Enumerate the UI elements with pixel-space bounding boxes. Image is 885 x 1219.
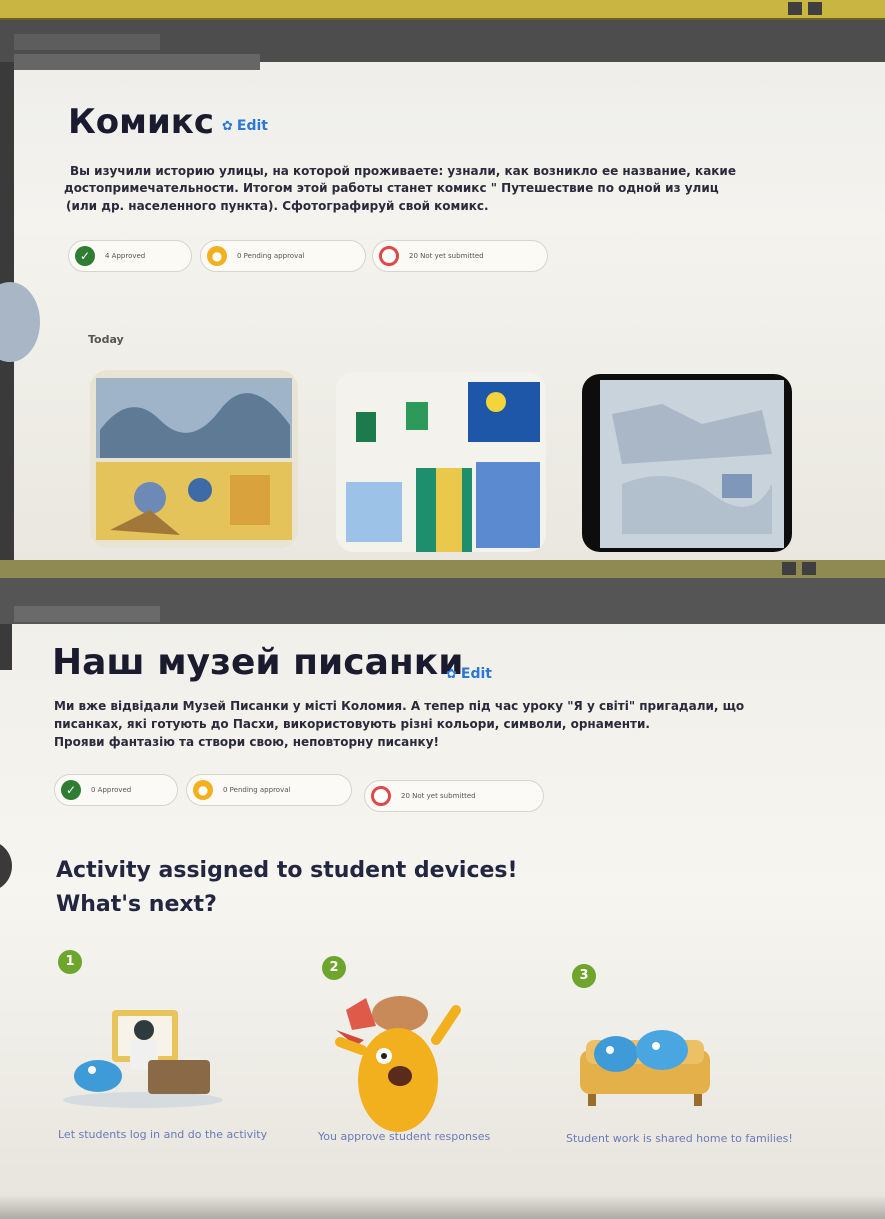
pending-icon: ● — [193, 780, 213, 800]
monster-approve-illustration — [335, 996, 461, 1132]
family-sofa-illustration — [580, 1030, 710, 1106]
browser-address-bar — [0, 0, 885, 20]
description-line: Прояви фантазію та створи свою, неповтор… — [54, 735, 439, 749]
window-button — [808, 2, 822, 15]
side-avatar — [0, 840, 12, 892]
step-number-badge: 2 — [322, 956, 346, 980]
gear-icon: ✿ — [222, 119, 233, 134]
top-screen-photo: Комикс ✿ Edit Вы изучили историю улицы, н… — [0, 0, 885, 560]
description-line: (или др. населенного пункта). Сфотографи… — [66, 199, 489, 213]
student-login-illustration — [63, 1010, 223, 1108]
window-button — [802, 562, 816, 575]
not-submitted-pill[interactable]: 20 Not yet submitted — [372, 240, 548, 272]
browser-tab[interactable] — [14, 54, 260, 70]
window-button — [782, 562, 796, 575]
pending-pill[interactable]: ● 0 Pending approval — [186, 774, 352, 806]
page-title: Наш музей писанки — [52, 642, 464, 683]
gear-icon: ✿ — [446, 667, 457, 682]
not-submitted-icon — [379, 246, 399, 266]
not-submitted-icon — [371, 786, 391, 806]
pending-pill[interactable]: ● 0 Pending approval — [200, 240, 366, 272]
description-line: писанках, які готують до Пасхи, використ… — [54, 717, 650, 731]
screen-bezel — [0, 624, 12, 670]
step-caption: Student work is shared home to families! — [566, 1132, 793, 1145]
browser-tab-bar — [0, 20, 885, 70]
not-submitted-pill[interactable]: 20 Not yet submitted — [364, 780, 544, 812]
section-label-today: Today — [88, 333, 124, 346]
bottom-screen-photo: Наш музей писанки ✿ Edit Ми вже відвідали… — [0, 560, 885, 1219]
photo-vignette — [0, 1195, 885, 1219]
description-line: достопримечательности. Итогом этой работ… — [64, 181, 719, 195]
edit-link[interactable]: ✿ Edit — [222, 118, 268, 134]
approved-pill[interactable]: ✓ 0 Approved — [54, 774, 178, 806]
window-button — [788, 2, 802, 15]
student-work-thumbnail[interactable] — [582, 374, 792, 552]
student-work-thumbnail[interactable] — [336, 372, 546, 552]
side-avatar — [0, 282, 40, 362]
browser-address-bar — [0, 560, 885, 580]
student-work-thumbnail[interactable] — [90, 370, 298, 548]
browser-tab[interactable] — [14, 34, 160, 50]
comic-drawing-image — [90, 370, 298, 548]
description-line: Ми вже відвідали Музей Писанки у місті К… — [54, 699, 745, 713]
assigned-heading: Activity assigned to student devices! — [56, 858, 518, 883]
step-caption: You approve student responses — [318, 1130, 491, 1143]
check-icon: ✓ — [75, 246, 95, 266]
step-caption: Let students log in and do the activity — [58, 1128, 268, 1141]
page-title: Комикс — [68, 102, 214, 142]
pending-icon: ● — [207, 246, 227, 266]
comic-drawing-image — [582, 374, 792, 552]
step-number-badge: 3 — [572, 964, 596, 988]
check-icon: ✓ — [61, 780, 81, 800]
browser-tab[interactable] — [14, 606, 160, 622]
browser-tab-bar — [0, 578, 885, 624]
approved-pill[interactable]: ✓ 4 Approved — [68, 240, 192, 272]
comic-drawing-image — [336, 372, 546, 552]
whats-next-heading: What's next? — [56, 892, 217, 917]
edit-link[interactable]: ✿ Edit — [446, 666, 492, 682]
description-line: Вы изучили историю улицы, на которой про… — [70, 164, 736, 178]
step-number-badge: 1 — [58, 950, 82, 974]
